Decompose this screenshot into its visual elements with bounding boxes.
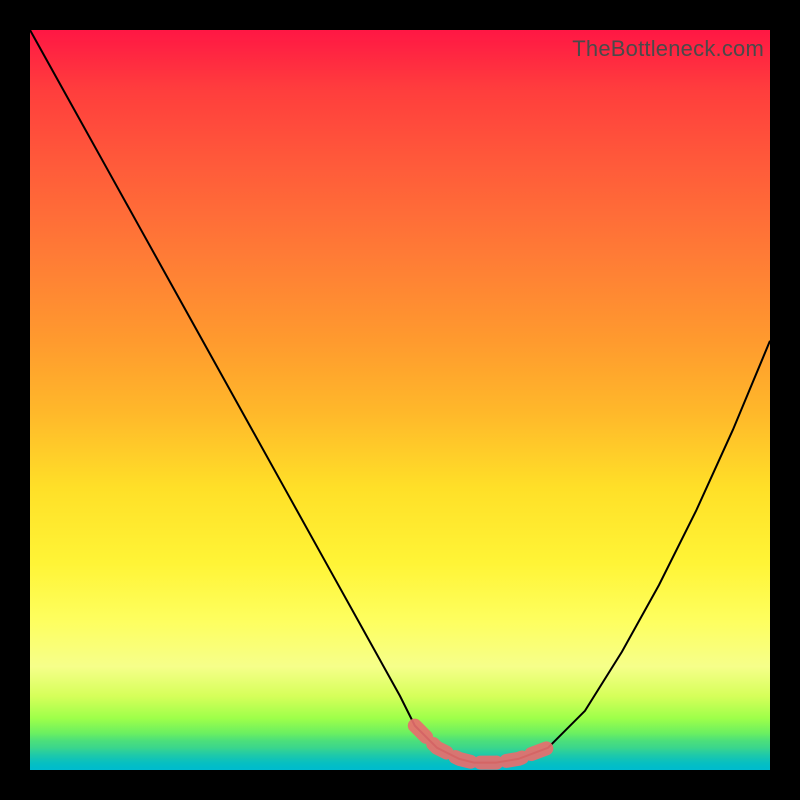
- plot-area: TheBottleneck.com: [30, 30, 770, 770]
- bottleneck-curve-line: [30, 30, 770, 763]
- chart-frame: TheBottleneck.com: [0, 0, 800, 800]
- curve-svg: [30, 30, 770, 770]
- optimal-zone-highlight: [415, 726, 548, 763]
